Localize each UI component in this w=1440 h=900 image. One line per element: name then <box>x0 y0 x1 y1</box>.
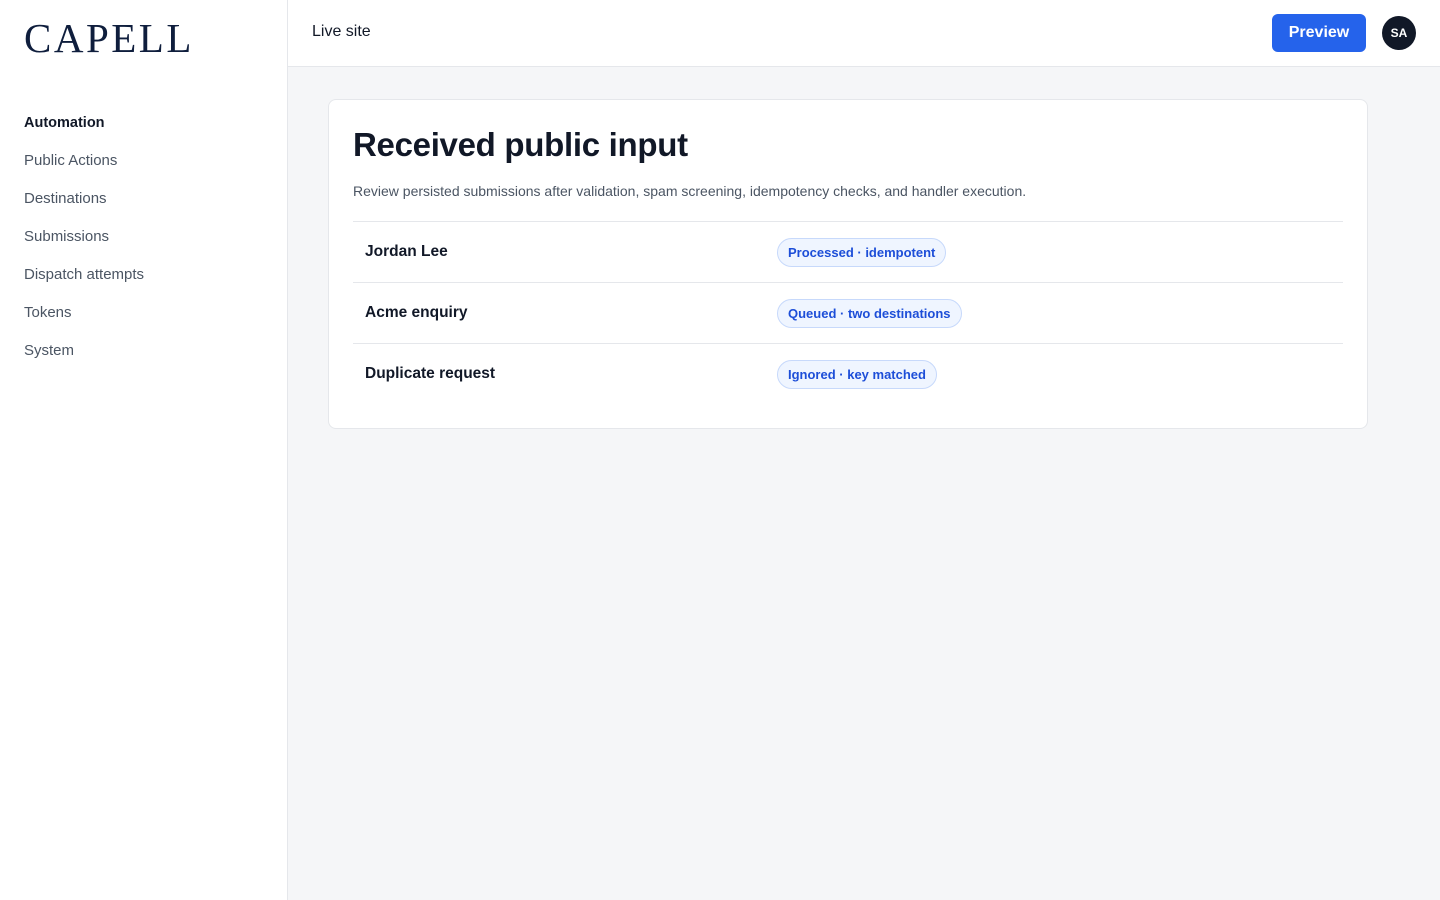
sidebar-item-automation[interactable]: Automation <box>24 113 264 151</box>
user-avatar[interactable]: SA <box>1382 16 1416 50</box>
page-title: Received public input <box>353 126 688 163</box>
preview-button[interactable]: Preview <box>1272 14 1366 52</box>
list-item[interactable]: Duplicate request Ignored · key matched <box>353 343 1343 404</box>
capell-logo[interactable]: CAPELL <box>24 18 194 59</box>
sidebar-item-system[interactable]: System <box>24 341 264 379</box>
submissions-list: Jordan Lee Processed · idempotent Acme e… <box>353 221 1343 404</box>
list-item[interactable]: Jordan Lee Processed · idempotent <box>353 221 1343 282</box>
submission-name: Jordan Lee <box>365 243 448 260</box>
status-badge: Queued · two destinations <box>777 298 962 328</box>
sidebar-nav: Automation Public Actions Destinations S… <box>24 113 264 379</box>
app-root: CAPELL Automation Public Actions Destina… <box>0 0 1440 900</box>
list-item[interactable]: Acme enquiry Queued · two destinations <box>353 282 1343 343</box>
status-badge: Ignored · key matched <box>777 359 937 389</box>
status-badge: Processed · idempotent <box>777 237 947 267</box>
live-site-link[interactable]: Live site <box>312 23 371 41</box>
sidebar-item-submissions[interactable]: Submissions <box>24 227 264 265</box>
submission-name: Acme enquiry <box>365 304 468 321</box>
main-area: Live site Preview SA Received public inp… <box>288 0 1440 900</box>
submissions-card: Received public input Review persisted s… <box>328 99 1368 429</box>
sidebar-item-destinations[interactable]: Destinations <box>24 189 264 227</box>
submission-name: Duplicate request <box>365 365 496 382</box>
topbar: Live site Preview SA <box>288 0 1440 67</box>
sidebar: CAPELL Automation Public Actions Destina… <box>0 0 288 900</box>
sidebar-item-tokens[interactable]: Tokens <box>24 303 264 341</box>
sidebar-item-public-actions[interactable]: Public Actions <box>24 151 264 189</box>
page-description: Review persisted submissions after valid… <box>353 183 1027 199</box>
sidebar-item-dispatch-attempts[interactable]: Dispatch attempts <box>24 265 264 303</box>
